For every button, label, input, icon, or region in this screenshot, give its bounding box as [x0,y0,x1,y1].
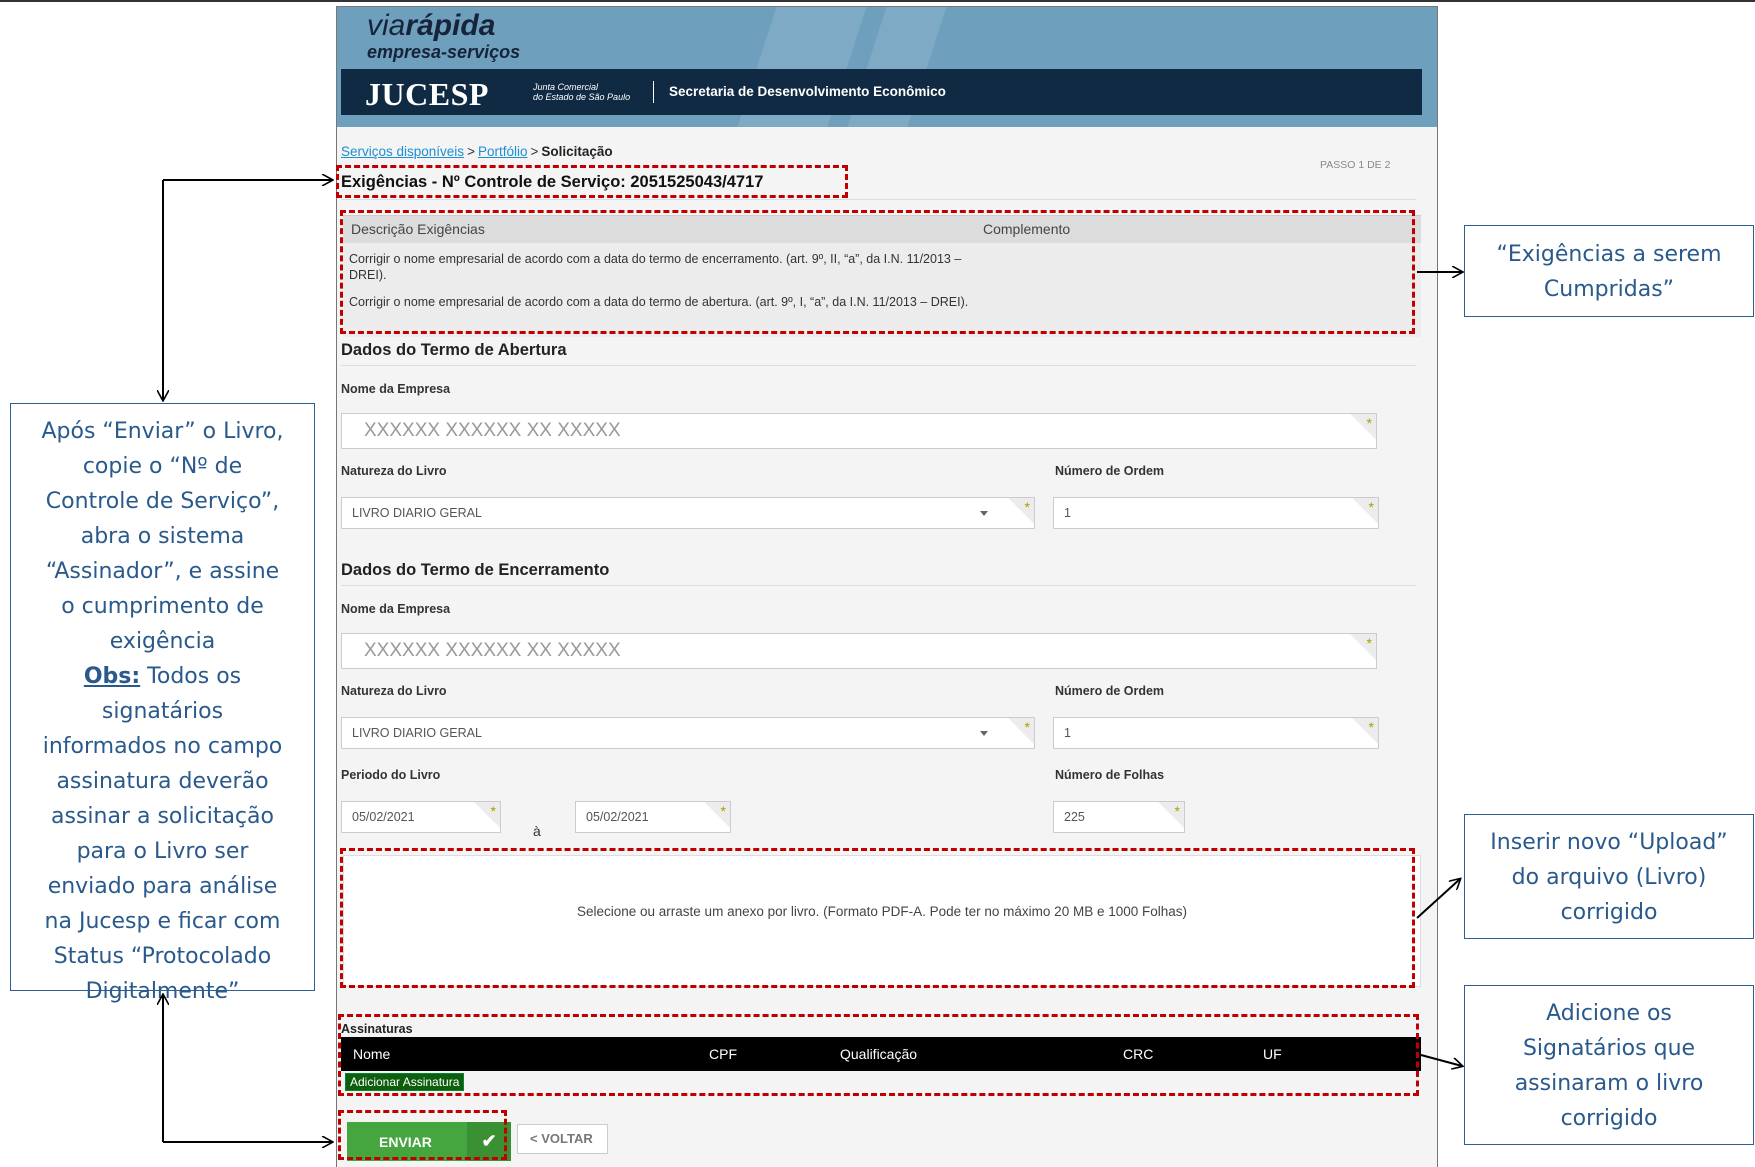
connector-arrows [0,0,1755,1167]
arrow-to-assinaturas-callout [1420,1054,1462,1066]
arrow-to-upload-callout [1416,879,1460,919]
